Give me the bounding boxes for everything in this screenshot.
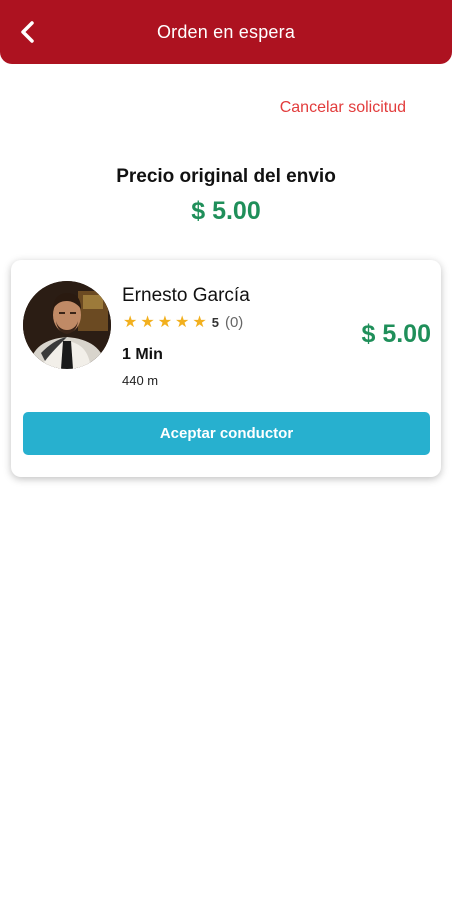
driver-avatar — [23, 281, 111, 369]
driver-rating: ★ ★ ★ ★ ★ 5 (0) — [123, 314, 243, 331]
star-icon: ★ — [192, 313, 207, 331]
original-price-label: Precio original del envio — [116, 166, 336, 187]
driver-offer-card: Ernesto García ★ ★ ★ ★ ★ 5 (0) $ 5.00 1 … — [11, 260, 441, 477]
star-icon: ★ — [140, 313, 155, 331]
eta-value: 1 Min — [122, 346, 163, 363]
cancel-request-link[interactable]: Cancelar solicitud — [280, 99, 406, 117]
distance-value: 440 m — [122, 373, 159, 388]
chevron-left-icon — [21, 21, 34, 43]
app-header: Orden en espera — [0, 0, 452, 64]
star-icon: ★ — [123, 313, 138, 331]
star-icon: ★ — [157, 313, 173, 331]
driver-name: Ernesto García — [122, 285, 250, 306]
accept-driver-button[interactable]: Aceptar conductor — [23, 412, 430, 455]
back-button[interactable] — [14, 18, 42, 46]
offer-price: $ 5.00 — [361, 320, 431, 348]
rating-value: 5 — [211, 315, 219, 330]
star-icon: ★ — [175, 313, 190, 331]
driver-photo — [23, 281, 111, 369]
original-price-value: $ 5.00 — [191, 197, 261, 225]
rating-stars: ★ ★ ★ ★ ★ — [123, 313, 210, 331]
page-title: Orden en espera — [156, 21, 296, 42]
rating-count: (0) — [224, 314, 244, 331]
